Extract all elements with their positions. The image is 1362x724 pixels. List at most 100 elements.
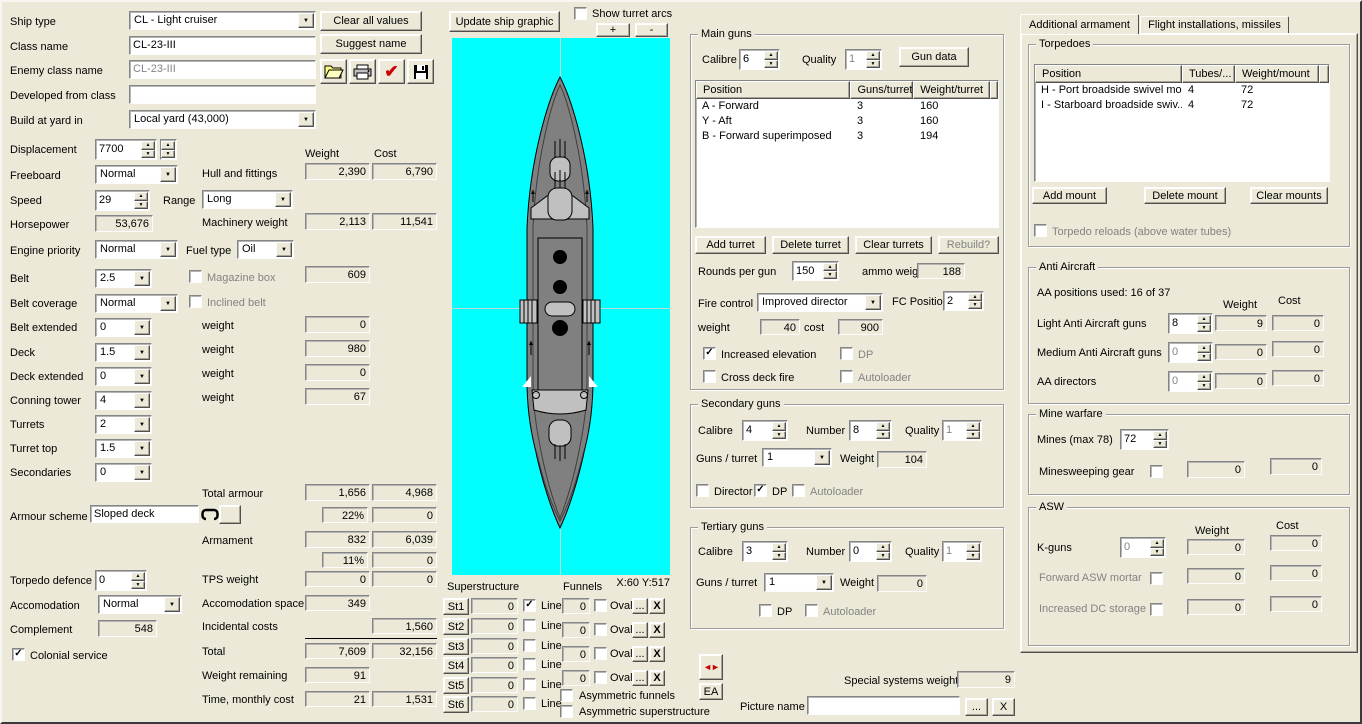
deck-extended-select[interactable]: 0 ▼ [95,367,152,386]
spin-down-icon[interactable]: ▼ [134,200,148,209]
secondary-director-checkbox[interactable]: ✓ [696,484,709,497]
spin-down-icon[interactable]: ▼ [966,551,980,560]
picture-browse-button[interactable]: ... [965,698,988,716]
chevron-down-icon[interactable]: ▼ [298,13,314,28]
funnel4-delete-button[interactable]: X [649,670,665,686]
clear-all-values-button[interactable]: Clear all values [320,11,422,31]
fire-control-select[interactable]: Improved director ▼ [757,293,883,312]
chevron-down-icon[interactable]: ▼ [160,167,176,182]
minesweeping-gear-checkbox[interactable]: ✓ [1150,465,1163,478]
update-ship-graphic-button[interactable]: Update ship graphic [449,11,560,32]
st4-line-checkbox[interactable]: ✓ [523,658,536,671]
magazine-box-checkbox[interactable]: ✓ [189,270,202,283]
secondaries-armour-select[interactable]: 0 ▼ [95,463,152,482]
spin-up-icon[interactable]: ▲ [1150,539,1164,548]
st6-button[interactable]: St6 [443,696,469,713]
table-row[interactable]: A - Forward 3 160 [696,99,998,114]
spin-down-icon[interactable]: ▼ [876,430,890,439]
chevron-down-icon[interactable]: ▼ [814,450,830,465]
tertiary-guns-turret-select[interactable]: 1 ▼ [764,573,834,592]
table-row[interactable]: B - Forward superimposed 3 194 [696,129,998,144]
table-row[interactable]: Y - Aft 3 160 [696,114,998,129]
belt-extended-select[interactable]: 0 ▼ [95,318,152,337]
colonial-service-checkbox[interactable]: ✓ [12,648,25,661]
funnel3-value-field[interactable]: 0 [562,646,590,662]
st1-value-field[interactable]: 0 [471,598,518,614]
secondary-quality-input[interactable]: 1 ▲ ▼ [942,420,982,441]
torpedoes-table[interactable]: Position Tubes/... Weight/mount H - Port… [1034,64,1330,182]
clear-turrets-button[interactable]: Clear turrets [855,236,932,254]
st4-value-field[interactable]: 0 [471,657,518,673]
table-row[interactable]: H - Port broadside swivel mo... 4 72 [1035,83,1329,98]
st6-line-checkbox[interactable]: ✓ [523,697,536,710]
zoom-in-button[interactable]: + [596,23,630,37]
funnel2-value-field[interactable]: 0 [562,622,590,638]
spin-up-icon[interactable]: ▲ [1197,344,1211,353]
torpedo-defence-input[interactable]: 0 ▲ ▼ [95,570,147,591]
flip-ship-button[interactable]: ◄► [699,654,723,680]
chevron-down-icon[interactable]: ▼ [816,575,832,590]
spin-up-icon[interactable]: ▲ [966,422,980,431]
st3-value-field[interactable]: 0 [471,638,518,654]
funnel1-value-field[interactable]: 0 [562,598,590,614]
light-aa-input[interactable]: 8 ▲ ▼ [1168,313,1213,334]
build-yard-select[interactable]: Local yard (43,000) ▼ [129,110,316,129]
turrets-select[interactable]: 2 ▼ [95,415,152,434]
spin-down-icon[interactable]: ▼ [966,430,980,439]
secondary-guns-turret-select[interactable]: 1 ▼ [762,448,832,467]
chevron-down-icon[interactable]: ▼ [134,465,150,480]
inclined-belt-checkbox[interactable]: ✓ [189,295,202,308]
funnel4-browse-button[interactable]: ... [632,670,648,686]
spin-up-icon[interactable]: ▲ [141,141,155,150]
belt-select[interactable]: 2.5 ▼ [95,269,152,288]
asymmetric-superstructure-checkbox[interactable]: ✓ [560,705,573,718]
armour-scheme-picker-button[interactable] [219,505,241,524]
chevron-down-icon[interactable]: ▼ [134,417,150,432]
st5-line-checkbox[interactable]: ✓ [523,678,536,691]
funnel4-oval-checkbox[interactable]: ✓ [594,671,607,684]
spin-up-icon[interactable]: ▲ [772,422,786,431]
spin-up-icon[interactable]: ▲ [876,422,890,431]
suggest-name-button[interactable]: Suggest name [320,34,422,54]
freeboard-select[interactable]: Normal ▼ [95,165,178,184]
developed-from-input[interactable] [129,85,316,104]
tab-additional-armament[interactable]: Additional armament [1020,14,1139,34]
show-turret-arcs-checkbox[interactable]: ✓ [574,7,587,20]
engine-priority-select[interactable]: Normal ▼ [95,240,178,259]
main-guns-table[interactable]: Position Guns/turret Weight/turret A - F… [695,80,999,228]
add-turret-button[interactable]: Add turret [695,236,766,254]
spin-up-icon[interactable]: ▲ [968,293,982,301]
table-row[interactable]: I - Starboard broadside swiv... 4 72 [1035,98,1329,113]
chevron-down-icon[interactable]: ▼ [298,112,314,127]
turret-top-select[interactable]: 1.5 ▼ [95,439,152,458]
funnel3-oval-checkbox[interactable]: ✓ [594,647,607,660]
funnel2-oval-checkbox[interactable]: ✓ [594,623,607,636]
asymmetric-funnels-checkbox[interactable]: ✓ [560,689,573,702]
column-header-position[interactable]: Position [1035,65,1182,83]
spin-up-icon[interactable]: ▲ [823,263,837,271]
validate-design-button[interactable]: ✔ [378,59,405,84]
spin-down-icon[interactable]: ▼ [1197,352,1211,361]
spin-down-icon[interactable]: ▼ [772,430,786,439]
ea-button[interactable]: EA [699,683,723,700]
secondary-number-input[interactable]: 8 ▲ ▼ [849,420,892,441]
chevron-down-icon[interactable]: ▼ [160,242,176,257]
delete-mount-button[interactable]: Delete mount [1144,187,1226,204]
spin-up-icon[interactable]: ▲ [876,543,890,552]
print-button[interactable] [349,59,376,84]
cross-deck-fire-checkbox[interactable]: ✓ [703,370,716,383]
chevron-down-icon[interactable]: ▼ [276,242,292,257]
st5-value-field[interactable]: 0 [471,677,518,693]
spin-up-icon[interactable]: ▲ [134,192,148,201]
gun-data-button[interactable]: Gun data [899,47,969,67]
spin-down-icon[interactable]: ▼ [1153,439,1167,448]
spin-down-icon[interactable]: ▼ [866,59,880,68]
spin-up-icon[interactable]: ▲ [161,141,175,150]
st1-button[interactable]: St1 [443,598,469,615]
funnel3-browse-button[interactable]: ... [632,646,648,662]
spin-up-icon[interactable]: ▲ [866,51,880,60]
st3-button[interactable]: St3 [443,638,469,655]
st3-line-checkbox[interactable]: ✓ [523,639,536,652]
chevron-down-icon[interactable]: ▼ [160,296,176,311]
accomodation-select[interactable]: Normal ▼ [98,595,182,614]
